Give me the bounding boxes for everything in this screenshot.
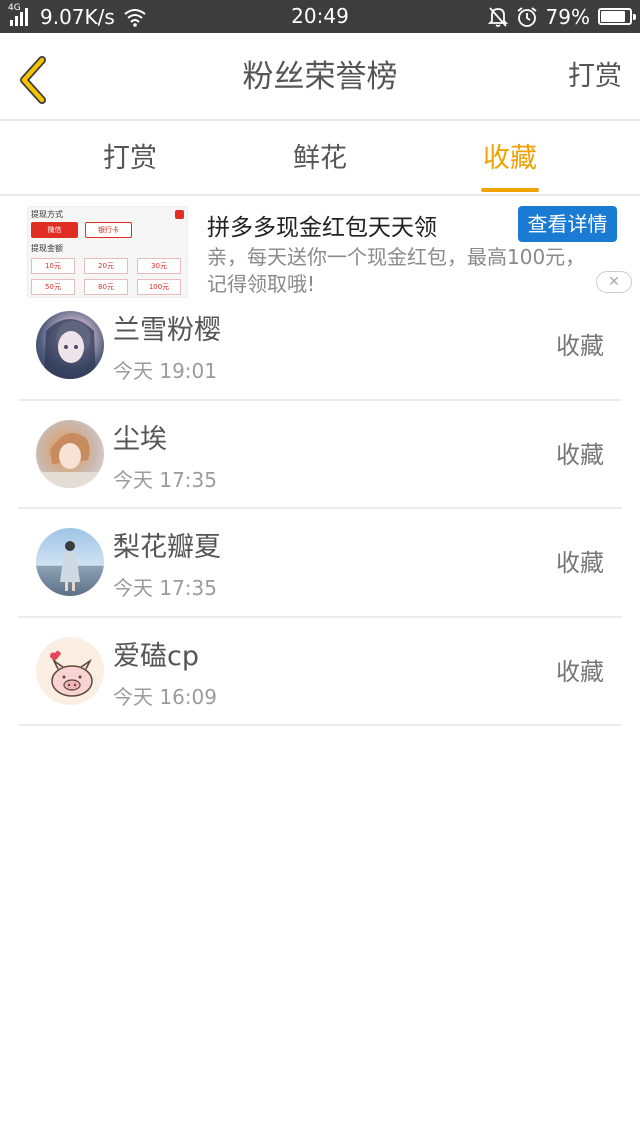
list-item[interactable]: 爱磕cp 今天 16:09 收藏 bbox=[0, 618, 640, 727]
row-action-label: 收藏 bbox=[556, 440, 604, 469]
battery-icon bbox=[598, 8, 636, 25]
list-item[interactable]: 兰雪粉樱 今天 19:01 收藏 bbox=[0, 292, 640, 401]
ad-description: 亲，每天送你一个现金红包，最高100元，记得领取哦! bbox=[207, 245, 586, 296]
fan-name: 爱磕cp bbox=[113, 640, 199, 672]
fan-time: 今天 17:35 bbox=[113, 576, 217, 600]
tab-favorites[interactable]: 收藏 bbox=[430, 121, 590, 196]
avatar[interactable] bbox=[36, 636, 104, 705]
bell-muted-icon bbox=[487, 6, 508, 27]
active-tab-indicator bbox=[481, 188, 539, 192]
tab-bar: 打赏 鲜花 收藏 bbox=[0, 121, 640, 196]
avatar[interactable] bbox=[36, 528, 104, 596]
alarm-icon bbox=[517, 6, 537, 27]
pig-icon bbox=[50, 650, 93, 697]
fan-name: 尘埃 bbox=[113, 423, 167, 455]
tab-reward[interactable]: 打赏 bbox=[50, 121, 210, 196]
avatar-image bbox=[42, 432, 98, 488]
fan-list: 兰雪粉樱 今天 19:01 收藏 尘埃 今天 17:35 收藏 梨花瓣夏 今天 … bbox=[0, 292, 640, 726]
ad-thumb-wechat: 微信 bbox=[31, 222, 78, 238]
list-item[interactable]: 梨花瓣夏 今天 17:35 收藏 bbox=[0, 509, 640, 618]
ad-thumb-amount: 20元 bbox=[84, 258, 128, 274]
ad-thumb-bank: 银行卡 bbox=[85, 222, 132, 238]
avatar[interactable] bbox=[36, 419, 104, 488]
fan-name: 梨花瓣夏 bbox=[113, 532, 221, 563]
view-details-button[interactable]: 查看详情 bbox=[518, 206, 617, 242]
status-bar: 4G 9.07K/s 20:49 79% bbox=[0, 0, 640, 33]
close-icon: ✕ bbox=[608, 274, 620, 290]
row-action-label: 收藏 bbox=[556, 549, 604, 577]
tab-label: 鲜花 bbox=[293, 143, 347, 174]
ad-close-button[interactable]: ✕ bbox=[596, 271, 632, 293]
list-item[interactable]: 尘埃 今天 17:35 收藏 bbox=[0, 401, 640, 510]
fan-time: 今天 16:09 bbox=[113, 684, 217, 709]
ad-thumb-method-label: 提现方式 bbox=[31, 210, 63, 219]
ad-title: 拼多多现金红包天天领 bbox=[207, 215, 437, 241]
ad-thumb-amount: 30元 bbox=[137, 258, 181, 274]
ad-thumb-badge bbox=[175, 210, 184, 219]
avatar-image bbox=[60, 541, 80, 591]
reward-button[interactable]: 打赏 bbox=[568, 33, 622, 121]
battery-percent: 79% bbox=[545, 4, 590, 29]
ad-thumbnail: 提现方式 微信 银行卡 提现金额 10元 20元 30元 50元 80元 100… bbox=[27, 206, 188, 298]
ad-thumb-amount-label: 提现金额 bbox=[31, 244, 63, 253]
navigation-header: 粉丝荣誉榜 打赏 bbox=[0, 33, 640, 121]
avatar[interactable] bbox=[36, 311, 104, 379]
tab-label: 收藏 bbox=[483, 143, 537, 174]
avatar-image bbox=[44, 319, 96, 379]
ad-banner[interactable]: 提现方式 微信 银行卡 提现金额 10元 20元 30元 50元 80元 100… bbox=[0, 196, 640, 304]
row-action-label: 收藏 bbox=[556, 657, 604, 686]
fan-name: 兰雪粉樱 bbox=[113, 315, 221, 346]
page-title: 粉丝荣誉榜 bbox=[242, 59, 398, 95]
tab-label: 打赏 bbox=[103, 143, 157, 174]
tab-flowers[interactable]: 鲜花 bbox=[240, 121, 400, 196]
row-action-label: 收藏 bbox=[556, 332, 604, 360]
fan-time: 今天 19:01 bbox=[113, 359, 217, 383]
ad-thumb-amount: 10元 bbox=[31, 258, 75, 274]
fan-time: 今天 17:35 bbox=[113, 467, 217, 492]
